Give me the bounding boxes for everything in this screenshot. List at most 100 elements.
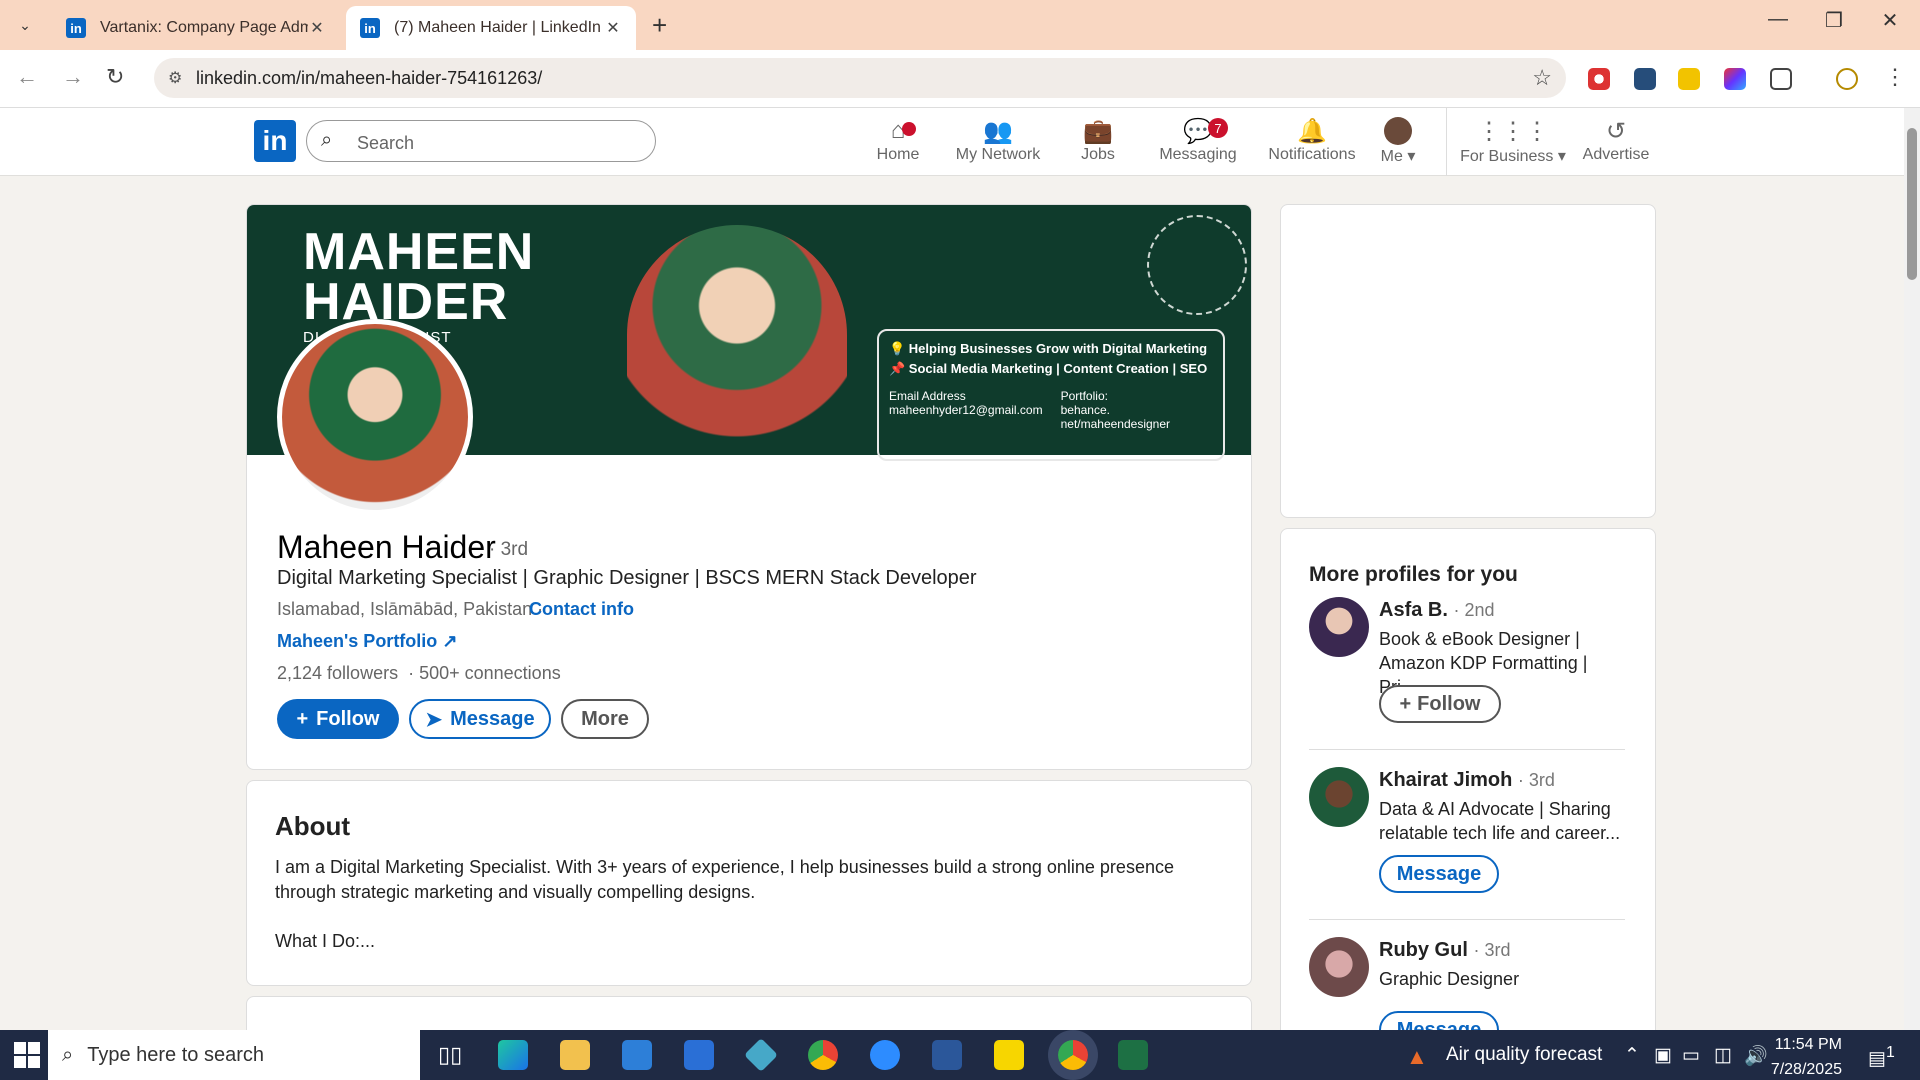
linkedin-header: in ⌕ Search ⌂ Home 👥 My Network 💼 Jobs 💬… [0, 108, 1904, 176]
sticky-notes-icon[interactable] [994, 1040, 1024, 1070]
chrome-icon[interactable] [808, 1040, 838, 1070]
word-icon[interactable] [932, 1040, 962, 1070]
linkedin-favicon-icon: in [66, 18, 86, 38]
close-tab-icon[interactable]: ✕ [308, 18, 326, 38]
profile-suggestion[interactable]: Khairat Jimoh · 3rd Data & AI Advocate |… [1309, 767, 1629, 907]
extensions-puzzle-icon[interactable] [1770, 68, 1792, 90]
excel-icon[interactable] [1118, 1040, 1148, 1070]
zoom-icon[interactable] [870, 1040, 900, 1070]
search-icon: ⌕ [321, 129, 333, 151]
new-tab-button[interactable]: + [652, 10, 667, 41]
extension-icon[interactable] [1634, 68, 1656, 90]
menu-kebab-icon[interactable]: ⋮ [1884, 64, 1906, 90]
close-tab-icon[interactable]: ✕ [604, 18, 622, 38]
suggestion-headline: Graphic Designer [1379, 969, 1520, 989]
app-icon[interactable] [744, 1038, 778, 1072]
file-explorer-icon[interactable] [560, 1040, 590, 1070]
followers-count[interactable]: 2,124 followers [277, 663, 398, 683]
banner-portfolio: behance. net/maheendesigner [1060, 403, 1171, 431]
nav-advertise[interactable]: ↺ Advertise [1578, 116, 1654, 172]
back-icon[interactable]: ← [16, 64, 38, 90]
profile-icon[interactable] [1836, 68, 1858, 90]
message-button[interactable]: ➤ Message [409, 699, 551, 739]
profile-photo[interactable] [277, 319, 473, 515]
nav-my-network[interactable]: 👥 My Network [950, 116, 1046, 172]
banner-email-label: Email Address [889, 389, 966, 403]
follow-label: Follow [316, 707, 380, 730]
suggestion-degree: · 2nd [1453, 600, 1495, 620]
task-view-icon[interactable]: ▯▯ [438, 1042, 462, 1068]
banner-email: maheenhyder12@gmail.com [889, 403, 1043, 417]
address-bar[interactable]: ⚙ linkedin.com/in/maheen-haider-75416126… [154, 58, 1566, 98]
profile-headline: Digital Marketing Specialist | Graphic D… [277, 567, 977, 589]
nav-label: Me [1380, 148, 1403, 165]
nav-for-business[interactable]: ⋮⋮⋮ For Business ▾ [1458, 116, 1568, 172]
connections-count: · 500+ connections [408, 663, 561, 683]
portfolio-link[interactable]: Maheen's Portfolio ↗ [277, 631, 457, 652]
taskbar-search-input[interactable]: ⌕ Type here to search [48, 1030, 420, 1080]
browser-tab-vartanix[interactable]: in Vartanix: Company Page Admin ✕ [52, 6, 340, 50]
notification-center-icon[interactable]: ▤1 [1868, 1044, 1895, 1070]
about-text: I am a Digital Marketing Specialist. Wit… [275, 857, 1174, 902]
follow-button[interactable]: + Follow [277, 699, 399, 739]
tab-list-button[interactable]: ⌄ [12, 12, 38, 38]
suggestion-name-text: Ruby Gul [1379, 939, 1468, 961]
linkedin-favicon-icon: in [360, 18, 380, 38]
banner-marketing-icons [1147, 215, 1247, 315]
volume-icon[interactable]: 🔊 [1744, 1044, 1768, 1068]
nav-label: Messaging [1159, 146, 1237, 163]
nav-me[interactable]: Me ▾ [1372, 116, 1424, 172]
suggestion-name[interactable]: Khairat Jimoh · 3rd [1379, 769, 1555, 792]
extension-icon[interactable] [1588, 68, 1610, 90]
mail-icon[interactable] [684, 1040, 714, 1070]
more-profiles-heading: More profiles for you [1309, 563, 1518, 586]
weather-label[interactable]: Air quality forecast [1446, 1044, 1602, 1066]
avatar[interactable] [1309, 597, 1369, 657]
profile-suggestion[interactable]: Asfa B. · 2nd Book & eBook Designer | Am… [1309, 597, 1629, 737]
network-icon[interactable]: ◫ [1714, 1044, 1732, 1067]
suggestion-name[interactable]: Ruby Gul · 3rd [1379, 939, 1510, 962]
suggestion-name[interactable]: Asfa B. · 2nd [1379, 599, 1495, 622]
tab-title: (7) Maheen Haider | LinkedIn [394, 19, 601, 36]
scrollbar-thumb[interactable] [1907, 128, 1917, 280]
grid-icon: ⋮⋮⋮ [1477, 117, 1549, 145]
avatar[interactable] [1309, 767, 1369, 827]
search-input[interactable]: ⌕ Search [306, 120, 656, 162]
windows-start-icon[interactable] [14, 1042, 40, 1068]
close-window-icon[interactable]: ✕ [1870, 8, 1910, 33]
plus-icon: + [1399, 692, 1412, 715]
extension-icon[interactable] [1678, 68, 1700, 90]
restore-icon[interactable]: ❐ [1814, 8, 1854, 33]
edge-icon[interactable] [498, 1040, 528, 1070]
nav-jobs[interactable]: 💼 Jobs [1066, 116, 1130, 172]
chrome-active-icon[interactable] [1058, 1040, 1088, 1070]
nav-messaging[interactable]: 💬 7 Messaging [1156, 116, 1240, 172]
divider [1309, 749, 1625, 750]
minimize-icon[interactable]: — [1758, 8, 1798, 31]
battery-icon[interactable]: ▭ [1682, 1044, 1700, 1067]
forward-icon[interactable]: → [62, 64, 84, 90]
nav-notifications[interactable]: 🔔 Notifications [1252, 116, 1372, 172]
reload-icon[interactable]: ↻ [106, 64, 124, 90]
nav-home[interactable]: ⌂ Home [866, 116, 930, 172]
extension-icon[interactable] [1724, 68, 1746, 90]
weather-icon[interactable]: ▲ [1406, 1044, 1428, 1070]
browser-tab-linkedin[interactable]: in (7) Maheen Haider | LinkedIn ✕ [346, 6, 636, 50]
browser-tab-strip: ⌄ in Vartanix: Company Page Admin ✕ in (… [0, 0, 1920, 50]
page-scrollbar[interactable] [1904, 108, 1920, 1030]
follow-button[interactable]: + Follow [1379, 685, 1501, 723]
taskbar-search-placeholder: Type here to search [87, 1043, 264, 1066]
suggestion-name-text: Khairat Jimoh [1379, 769, 1513, 791]
contact-info-link[interactable]: Contact info [529, 599, 634, 620]
store-icon[interactable] [622, 1040, 652, 1070]
profile-top-card: MAHEEN HAIDER DI NG SPECIALIST 💡 Helping… [246, 204, 1252, 770]
site-info-icon[interactable]: ⚙ [168, 68, 182, 88]
bookmark-star-icon[interactable]: ☆ [1532, 65, 1552, 91]
meet-icon[interactable]: ▣ [1654, 1044, 1672, 1067]
nav-label: My Network [955, 146, 1041, 163]
linkedin-logo-icon[interactable]: in [254, 120, 296, 162]
tray-chevron-icon[interactable]: ⌃ [1624, 1044, 1640, 1067]
message-button[interactable]: Message [1379, 855, 1499, 893]
more-button[interactable]: More [561, 699, 649, 739]
avatar[interactable] [1309, 937, 1369, 997]
